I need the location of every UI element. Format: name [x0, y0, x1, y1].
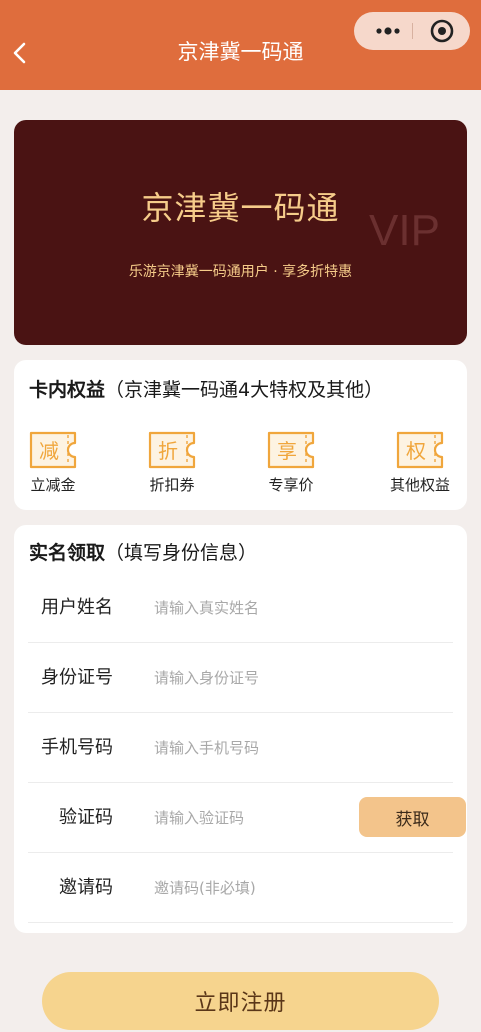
vip-badge: VIP — [369, 206, 440, 255]
benefits-subtitle: （京津冀一码通4大特权及其他） — [105, 379, 384, 401]
id-number-label: 身份证号 — [41, 667, 113, 688]
benefit-label: 专享价 — [268, 476, 314, 494]
nav-bar: 京津冀一码通 — [0, 0, 481, 90]
form-row-id: 身份证号 — [28, 643, 453, 713]
coupon-ticket-icon: 折 — [148, 431, 196, 469]
form-subtitle: （填写身份信息） — [105, 542, 258, 564]
benefit-label: 其他权益 — [389, 476, 450, 494]
form-row-name: 用户姓名 — [28, 573, 453, 643]
realname-form: 实名领取（填写身份信息） 用户姓名 身份证号 手机号码 验证码 获取 邀请码 — [14, 525, 467, 933]
form-row-phone: 手机号码 — [28, 713, 453, 783]
svg-text:减: 减 — [39, 439, 59, 463]
svg-text:享: 享 — [277, 439, 297, 463]
benefit-label: 立减金 — [30, 476, 76, 494]
get-code-button[interactable]: 获取 — [359, 797, 466, 837]
register-button[interactable]: 立即注册 — [42, 972, 439, 1030]
phone-input[interactable] — [154, 733, 344, 763]
more-icon[interactable] — [366, 12, 412, 50]
capsule-divider — [412, 23, 413, 39]
benefit-item-discount[interactable]: 减 立减金 — [13, 430, 93, 496]
benefit-label: 折扣券 — [149, 476, 195, 494]
svg-text:权: 权 — [406, 439, 426, 463]
benefit-item-exclusive-price[interactable]: 享 专享价 — [251, 430, 331, 496]
benefit-item-other[interactable]: 权 其他权益 — [380, 430, 460, 496]
name-input[interactable] — [154, 593, 344, 623]
coupon-ticket-icon: 减 — [29, 431, 77, 469]
benefits-heading: 卡内权益（京津冀一码通4大特权及其他） — [29, 374, 383, 406]
id-number-input[interactable] — [154, 663, 344, 693]
form-title: 实名领取 — [29, 542, 106, 564]
benefit-item-coupon[interactable]: 折 折扣券 — [132, 430, 212, 496]
benefits-title: 卡内权益 — [29, 379, 106, 401]
form-row-invite: 邀请码 — [28, 853, 453, 923]
invite-code-input[interactable] — [154, 873, 344, 903]
benefits-section: 卡内权益（京津冀一码通4大特权及其他） 减 立减金 折 折扣券 享 专享价 权 — [14, 360, 467, 510]
mini-program-capsule — [354, 12, 470, 50]
coupon-ticket-icon: 权 — [396, 431, 444, 469]
coupon-ticket-icon: 享 — [267, 431, 315, 469]
invite-code-label: 邀请码 — [59, 877, 113, 898]
name-label: 用户姓名 — [41, 597, 113, 618]
verification-code-label: 验证码 — [59, 807, 113, 828]
vip-card-subtitle: 乐游京津冀一码通用户 · 享多折特惠 — [128, 264, 353, 280]
form-heading: 实名领取（填写身份信息） — [29, 537, 257, 569]
verification-code-input[interactable] — [154, 803, 344, 833]
phone-label: 手机号码 — [41, 737, 113, 758]
svg-text:折: 折 — [158, 439, 178, 463]
vip-card: 京津冀一码通 VIP 乐游京津冀一码通用户 · 享多折特惠 — [14, 120, 467, 345]
close-mini-program-icon[interactable] — [420, 12, 466, 50]
form-row-code: 验证码 获取 — [28, 783, 466, 853]
